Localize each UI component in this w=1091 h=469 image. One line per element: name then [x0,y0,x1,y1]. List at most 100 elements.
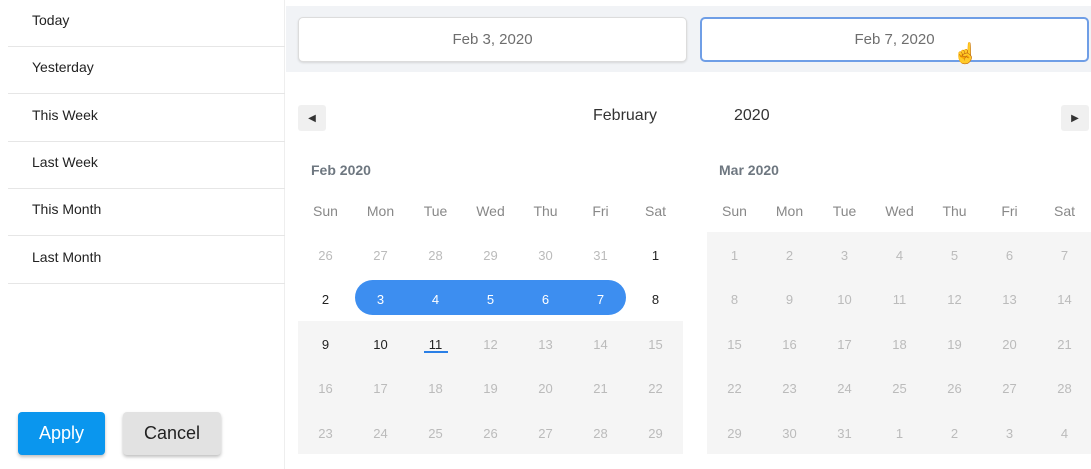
day-cell: 16 [318,381,333,396]
day-cell[interactable]: 9 [298,321,353,368]
day-cell: 24 [837,381,852,396]
start-date-input[interactable]: Feb 3, 2020 [298,17,687,62]
day-cell: 26 [483,426,498,441]
day-cell: 23 [318,426,333,441]
day-cell: 27 [373,248,388,263]
preset-label: This Week [32,107,98,123]
day-cell: 22 [727,381,742,396]
preset-this-month[interactable]: This Month [8,189,285,236]
preset-yesterday[interactable]: Yesterday [8,47,285,94]
day-cell: 15 [648,337,663,352]
preset-this-week[interactable]: This Week [8,95,285,142]
day-cell: 2 [950,426,959,441]
day-cell: 29 [648,426,663,441]
month-select[interactable]: February [593,107,657,125]
day-cell: 17 [837,337,852,352]
weekday-header: Mon [366,203,395,219]
preset-last-month[interactable]: Last Month [8,237,285,284]
day-cell: 22 [648,381,663,396]
weekday-header: Sat [1053,203,1075,219]
day-cell: 3 [1005,426,1014,441]
day-cell: 2 [785,248,794,263]
day-cell: 21 [593,381,608,396]
day-cell[interactable]: 7 [573,276,628,323]
day-cell[interactable]: 1 [628,232,683,279]
preset-label: This Month [32,201,102,217]
day-cell: 28 [1057,381,1072,396]
day-cell: 13 [1002,292,1017,307]
apply-button[interactable]: Apply [18,412,105,455]
day-cell: 6 [1005,248,1014,263]
day-cell: 14 [593,337,608,352]
day-cell[interactable]: 3 [353,276,408,323]
day-cell[interactable]: 6 [518,276,573,323]
day-cell: 26 [947,381,962,396]
end-date-input[interactable]: Feb 7, 2020 [700,17,1089,62]
day-cell[interactable]: 2 [298,276,353,323]
day-cell: 21 [1057,337,1072,352]
day-cell: 30 [538,248,553,263]
weekday-header: Sun [313,203,338,219]
day-cell: 9 [785,292,794,307]
day-cell: 5 [950,248,959,263]
preset-label: Last Month [32,249,102,265]
day-cell: 18 [892,337,907,352]
day-cell: 11 [892,292,907,307]
day-cell[interactable]: 4 [408,276,463,323]
date-range-picker: Feb 3, 2020 Feb 7, 2020 ☝ ◀ February 202… [286,0,1091,469]
day-cell: 29 [727,426,742,441]
day-cell: 17 [373,381,388,396]
day-cell: 1 [895,426,904,441]
day-cell: 23 [782,381,797,396]
day-cell: 15 [727,337,742,352]
day-cell: 18 [428,381,443,396]
day-cell: 12 [483,337,498,352]
day-cell: 28 [593,426,608,441]
next-month-button[interactable]: ▶ [1061,105,1089,131]
day-cell: 3 [840,248,849,263]
day-cell: 24 [373,426,388,441]
day-cell: 19 [483,381,498,396]
preset-label: Yesterday [32,59,94,75]
day-cell: 25 [428,426,443,441]
day-cell[interactable]: 8 [628,276,683,323]
day-cell: 14 [1057,292,1072,307]
day-cell: 20 [1002,337,1017,352]
cancel-button[interactable]: Cancel [123,412,221,455]
day-cell: 4 [1060,426,1069,441]
day-cell: 20 [538,381,553,396]
calendar-title: Mar 2020 [719,162,779,178]
day-cell: 27 [538,426,553,441]
day-cell: 7 [1060,248,1069,263]
weekday-header: Fri [1001,203,1018,219]
triangle-left-icon: ◀ [308,112,316,124]
preset-sidebar: Today Yesterday This Week Last Week This… [0,0,285,469]
day-cell: 4 [895,248,904,263]
weekday-header: Thu [942,203,967,219]
day-cell[interactable]: 11 [408,321,463,368]
weekday-header: Sun [722,203,747,219]
prev-month-button[interactable]: ◀ [298,105,326,131]
day-cell: 25 [892,381,907,396]
day-cell[interactable]: 10 [353,321,408,368]
day-cell: 30 [782,426,797,441]
weekday-header: Fri [592,203,609,219]
weekday-header: Sat [644,203,666,219]
day-cell[interactable]: 5 [463,276,518,323]
preset-label: Last Week [32,154,98,170]
day-cell: 16 [782,337,797,352]
preset-today[interactable]: Today [8,0,285,47]
hand-cursor-icon: ☝ [953,43,978,65]
day-cell: 12 [947,292,962,307]
weekday-header: Wed [885,203,914,219]
year-select[interactable]: 2020 [734,107,770,125]
day-cell: 31 [837,426,852,441]
day-cell: 13 [538,337,553,352]
day-cell: 29 [483,248,498,263]
weekday-header: Tue [832,203,857,219]
preset-last-week[interactable]: Last Week [8,142,285,189]
day-cell: 8 [730,292,739,307]
weekday-header: Tue [423,203,448,219]
day-cell: 10 [837,292,852,307]
day-cell: 28 [428,248,443,263]
